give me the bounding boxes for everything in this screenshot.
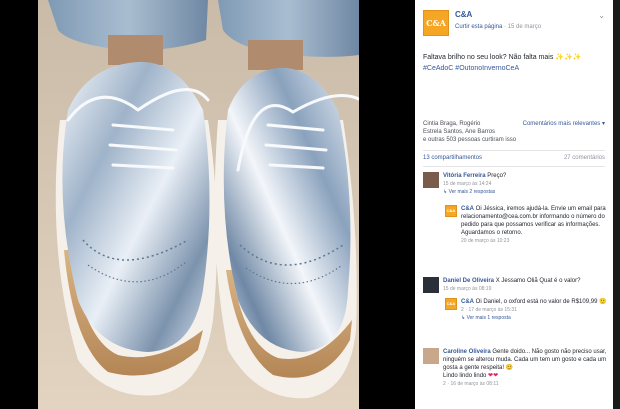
comment-text: Preço? <box>487 173 507 179</box>
heart-icon: ❤❤ <box>488 373 499 379</box>
reactions-names-line2: Estrela Santos, Ane Barros <box>423 129 496 135</box>
avatar[interactable]: C&A <box>445 298 457 310</box>
view-replies-link[interactable]: ↳ Ver mais 1 resposta <box>461 315 511 321</box>
comment-author[interactable]: Caroline Oliveira <box>443 349 491 355</box>
divider <box>423 166 605 167</box>
comments-count[interactable]: 27 comentários <box>564 155 605 161</box>
smile-emoji: 🙂 <box>505 365 514 371</box>
follow-page-link[interactable]: Curtir esta página <box>455 24 502 30</box>
comment-body: Daniel De Oliveira X Jessamo Oliã Quat é… <box>443 277 607 293</box>
comment-author[interactable]: C&A <box>461 206 474 212</box>
chevron-down-icon[interactable]: ⌄ <box>598 11 605 20</box>
smile-emoji: 🙂 <box>599 299 607 305</box>
post-hashtags[interactable]: #CeAdoC #OutonoInvernoCeA <box>423 65 519 72</box>
avatar[interactable] <box>423 348 439 364</box>
post-body: Faltava brilho no seu look? Não falta ma… <box>423 54 554 61</box>
comment: Caroline Oliveira Gente doido... Não gos… <box>423 348 607 406</box>
comment-time[interactable]: 20 de março às 10:23 <box>461 238 509 244</box>
post-date[interactable]: 15 de março <box>508 24 541 30</box>
page-logo[interactable]: C&A <box>423 10 449 36</box>
comment-extra: Lindo lindo lindo <box>443 373 487 379</box>
silver-shoes-image <box>38 0 359 409</box>
comment-reply: C&A C&A Oi Jéssica, iremos ajudá-la. Env… <box>445 205 607 271</box>
comment-time[interactable]: 15 de março às 14:24 <box>443 181 491 187</box>
like-count[interactable]: 2 <box>443 381 446 387</box>
post-text: Faltava brilho no seu look? Não falta ma… <box>415 52 613 74</box>
post-header: C&A C&A Curtir esta página · 15 de março… <box>415 0 613 50</box>
divider <box>423 150 605 151</box>
comment-author[interactable]: Vitória Ferreira <box>443 173 486 179</box>
comment-time[interactable]: 15 de março às 08:19 <box>443 286 491 292</box>
avatar[interactable] <box>423 172 439 188</box>
comment-time[interactable]: 16 de março às 08:11 <box>451 381 499 387</box>
like-count[interactable]: 2 <box>461 307 464 313</box>
comment-body: C&A Oi Jéssica, iremos ajudá-la. Envie u… <box>461 205 607 245</box>
page-meta: Curtir esta página · 15 de março <box>455 24 542 30</box>
scrollbar[interactable] <box>613 0 620 409</box>
post-photo[interactable] <box>38 0 359 409</box>
avatar[interactable]: C&A <box>445 205 457 217</box>
comment-reply: C&A C&A Oi Daniel, o oxford está no valo… <box>445 298 607 342</box>
page-logo-text: C&A <box>426 18 446 28</box>
avatar-text: C&A <box>446 208 456 213</box>
comment-time[interactable]: 17 de março às 15:31 <box>469 307 517 313</box>
comment-body: C&A Oi Daniel, o oxford está no valor de… <box>461 299 607 321</box>
comments-sort-dropdown[interactable]: Comentários mais relevantes ▾ <box>523 120 605 128</box>
comment-text: Oi Jéssica, iremos ajudá-la. Envie um em… <box>461 206 606 236</box>
shares-link[interactable]: 13 compartilhamentos <box>423 155 482 161</box>
comment-text: X Jessamo Oliã Quat é o valor? <box>495 278 581 284</box>
reactions-summary[interactable]: Cintia Braga, Rogério Estrela Santos, An… <box>415 120 613 144</box>
comment-text: Oi Daniel, o oxford está no valor de R$1… <box>475 299 598 305</box>
comment-body: Caroline Oliveira Gente doido... Não gos… <box>443 349 607 387</box>
comment-author[interactable]: Daniel De Oliveira <box>443 278 494 284</box>
view-replies-link[interactable]: ↳ Ver mais 2 respostas <box>443 189 495 195</box>
avatar[interactable] <box>423 277 439 293</box>
comment-body: Vitória Ferreira Preço? 15 de março às 1… <box>443 172 607 196</box>
sparkle-icon: ✨✨✨ <box>555 54 582 61</box>
comment: Daniel De Oliveira X Jessamo Oliã Quat é… <box>423 277 607 299</box>
avatar-text: C&A <box>446 301 456 306</box>
comment: Vitória Ferreira Preço? 15 de março às 1… <box>423 172 607 208</box>
post-sidebar: C&A C&A Curtir esta página · 15 de março… <box>415 0 613 409</box>
page-name[interactable]: C&A <box>455 10 472 19</box>
comment-author[interactable]: C&A <box>461 299 474 305</box>
reactions-names-line3: e outras 503 pessoas curtiram isso <box>423 137 517 143</box>
